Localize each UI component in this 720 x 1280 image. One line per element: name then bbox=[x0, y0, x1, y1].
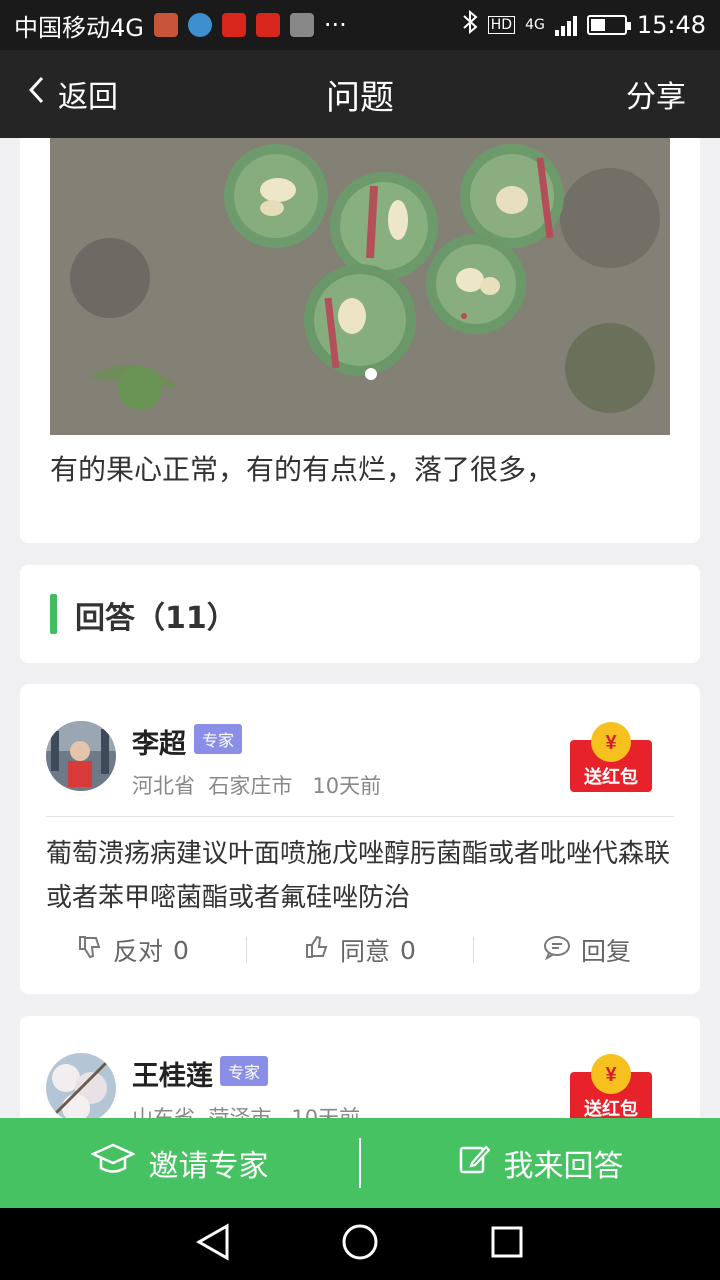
chevron-left-icon bbox=[28, 76, 44, 112]
edit-icon bbox=[458, 1143, 491, 1183]
avatar[interactable] bbox=[46, 1053, 116, 1118]
back-triangle-icon[interactable] bbox=[195, 1223, 231, 1265]
carrier-label: 中国移动4G bbox=[14, 13, 144, 42]
oppose-count: 0 bbox=[173, 935, 189, 965]
battery-icon bbox=[586, 15, 631, 35]
red-packet-label: 送红包 bbox=[583, 1098, 638, 1118]
send-red-packet-button[interactable]: ¥ 送红包 bbox=[568, 1054, 654, 1118]
more-notifications-icon: ··· bbox=[323, 11, 347, 39]
gallery-notification-icon bbox=[289, 13, 314, 37]
toutiao-notification-icon bbox=[255, 13, 280, 37]
nav-bar: 问题 返回 分享 bbox=[0, 50, 720, 138]
home-circle-icon[interactable] bbox=[340, 1222, 380, 1266]
recents-square-icon[interactable] bbox=[489, 1224, 525, 1264]
toutiao-notification-icon bbox=[221, 13, 246, 37]
invite-expert-label: 邀请专家 bbox=[148, 1149, 269, 1184]
invite-expert-button[interactable]: 邀请专家 bbox=[0, 1141, 359, 1185]
network-type-label: 4G bbox=[525, 17, 545, 33]
signal-icon bbox=[554, 14, 577, 36]
avatar[interactable] bbox=[46, 721, 116, 791]
city: 菏泽市 bbox=[208, 1106, 272, 1118]
answers-label: 回答（ bbox=[75, 601, 165, 636]
answerer-meta: 河北省 石家庄市 10天前 bbox=[132, 770, 381, 800]
write-answer-button[interactable]: 我来回答 bbox=[361, 1141, 720, 1185]
carousel-dot[interactable] bbox=[365, 368, 377, 380]
oppose-button[interactable]: 反对 0 bbox=[20, 928, 246, 972]
answerer-name[interactable]: 王桂莲 bbox=[132, 1054, 213, 1093]
reply-label: 回复 bbox=[580, 937, 631, 966]
expert-badge: 专家 bbox=[220, 1056, 269, 1086]
province: 山东省 bbox=[132, 1106, 195, 1118]
hd-icon: HD bbox=[487, 16, 516, 34]
section-accent-bar bbox=[50, 594, 57, 634]
question-photo[interactable] bbox=[50, 138, 670, 435]
red-packet-label: 送红包 bbox=[583, 766, 638, 788]
answer-body: 葡萄溃疡病建议叶面喷施戊唑醇肟菌酯或者吡唑代森联或者苯甲嘧菌酯或者氟硅唑防治 bbox=[46, 839, 671, 913]
write-answer-label: 我来回答 bbox=[503, 1149, 624, 1184]
post-time: 10天前 bbox=[312, 774, 382, 798]
question-card: 有的果心正常，有的有点烂，落了很多， bbox=[20, 138, 700, 543]
clock: 15:48 bbox=[636, 11, 706, 39]
notification-app-icon bbox=[153, 13, 178, 37]
province: 河北省 bbox=[132, 774, 195, 798]
question-text: 有的果心正常，有的有点烂，落了很多， bbox=[50, 453, 555, 486]
answers-header: 回答（11） bbox=[20, 565, 700, 663]
answerer-name[interactable]: 李超 bbox=[132, 722, 186, 761]
back-button[interactable]: 返回 bbox=[28, 50, 118, 138]
post-time: 10天前 bbox=[291, 1106, 361, 1118]
send-red-packet-button[interactable]: ¥ 送红包 bbox=[568, 722, 654, 794]
expert-badge: 专家 bbox=[194, 724, 243, 754]
share-button[interactable]: 分享 bbox=[626, 50, 686, 138]
chat-notification-icon bbox=[187, 13, 212, 37]
system-navigation-bar bbox=[0, 1208, 720, 1280]
status-bar: 中国移动4G ··· HD 4G 15:48 bbox=[0, 0, 720, 50]
thumbs-down-icon bbox=[77, 934, 103, 966]
content-scroll[interactable]: 有的果心正常，有的有点烂，落了很多， 回答（11） 李超 专家 河北省 石家庄市… bbox=[0, 138, 720, 1118]
svg-text:¥: ¥ bbox=[605, 732, 617, 754]
comment-icon bbox=[543, 934, 571, 966]
back-label: 返回 bbox=[58, 80, 118, 115]
graduation-cap-icon bbox=[89, 1142, 136, 1184]
thumbs-up-icon bbox=[304, 934, 330, 966]
answer-card: 李超 专家 河北省 石家庄市 10天前 ¥ 送红包 葡萄溃疡病建议叶面喷施戊唑醇… bbox=[20, 684, 700, 994]
answerer-meta: 山东省 菏泽市 10天前 bbox=[132, 1102, 360, 1118]
answers-count: 11 bbox=[165, 601, 207, 636]
bluetooth-icon bbox=[462, 9, 478, 40]
bottom-action-bar: 邀请专家 我来回答 bbox=[0, 1118, 720, 1208]
answer-card: 王桂莲 专家 山东省 菏泽市 10天前 ¥ 送红包 bbox=[20, 1016, 700, 1118]
reply-button[interactable]: 回复 bbox=[474, 928, 700, 972]
svg-text:¥: ¥ bbox=[605, 1064, 617, 1086]
agree-label: 同意 bbox=[340, 937, 391, 966]
city: 石家庄市 bbox=[208, 774, 293, 798]
agree-button[interactable]: 同意 0 bbox=[247, 928, 473, 972]
answers-title: 回答（11） bbox=[75, 593, 237, 637]
answers-label-close: ） bbox=[206, 601, 237, 636]
agree-count: 0 bbox=[400, 935, 416, 965]
oppose-label: 反对 bbox=[113, 937, 164, 966]
divider bbox=[46, 816, 674, 817]
answer-actions: 反对 0 同意 0 回复 bbox=[20, 928, 700, 972]
